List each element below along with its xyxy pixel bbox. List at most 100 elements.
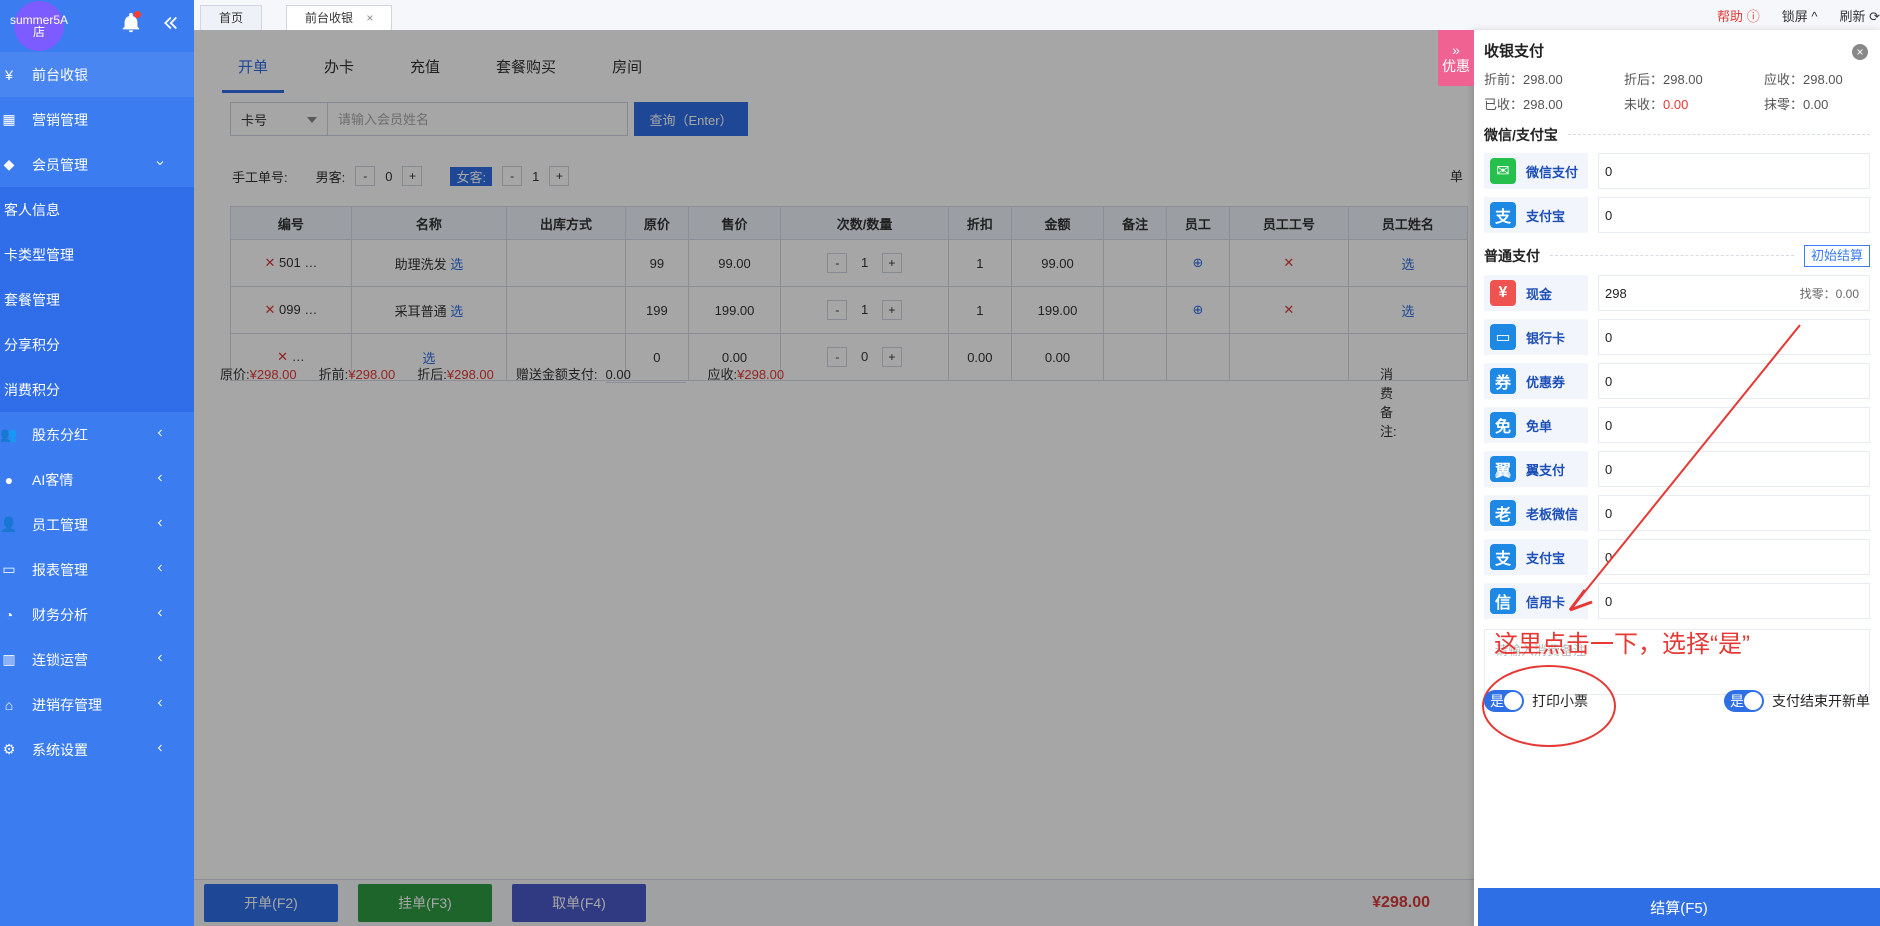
modal-overlay	[194, 30, 1474, 926]
user-icon: 👤	[0, 516, 18, 532]
promo-tab[interactable]: » 优惠	[1438, 30, 1474, 86]
sidebar-item-member[interactable]: ◆ 会员管理	[0, 142, 194, 187]
sidebar-item-label: 股东分红	[32, 426, 88, 443]
free-icon: 免	[1490, 412, 1516, 438]
close-panel-icon[interactable]: ×	[1852, 44, 1868, 60]
chevron-up-icon: ^	[1811, 9, 1818, 24]
wechat-alipay-section: 微信/支付宝	[1484, 125, 1870, 145]
ai-icon: ●	[4, 471, 14, 488]
pie-icon: ◔	[4, 606, 14, 623]
sidebar-item-card-type[interactable]: 卡类型管理	[0, 232, 194, 277]
payment-summary: 折前：298.00 折后：298.00 应收：298.00 已收：298.00 …	[1484, 69, 1870, 113]
sidebar-item-finance[interactable]: ◔ 财务分析	[0, 592, 194, 637]
annotation-arrow	[1568, 324, 1801, 612]
payment-title: 收银支付	[1484, 43, 1545, 60]
sidebar: summer5A店 ¥ 前台收银 ▦ 营销管理 ◆ 会员管理 客人信息 卡类型管…	[0, 0, 194, 926]
help-button[interactable]: 帮助 ⓘ	[1717, 6, 1760, 25]
sidebar-item-label: 卡类型管理	[4, 246, 74, 263]
store-avatar[interactable]: summer5A店	[10, 1, 68, 51]
toggle-knob	[1504, 692, 1522, 710]
wing-icon: 翼	[1490, 456, 1516, 482]
wechat-amount-input[interactable]: 0	[1598, 153, 1870, 189]
sidebar-item-label: 系统设置	[32, 741, 88, 758]
sidebar-item-share-points[interactable]: 分享积分	[0, 322, 194, 367]
summary-received: 已收：298.00	[1484, 97, 1563, 112]
coupon-icon: 券	[1490, 368, 1516, 394]
toggle-switch[interactable]: 是	[1484, 690, 1524, 712]
toggle-state: 是	[1730, 693, 1744, 709]
sidebar-item-staff[interactable]: 👤 员工管理	[0, 502, 194, 547]
pay-row-wechat: ✉ 微信支付 0	[1484, 153, 1870, 189]
payment-toggles: 是 打印小票 是 支付结束开新单	[1484, 690, 1870, 712]
pay-method-wechat: ✉ 微信支付	[1484, 153, 1588, 189]
chevron-left-icon	[157, 744, 162, 752]
cash-change: 找零：0.00	[1799, 286, 1859, 301]
refresh-button[interactable]: 刷新 ⟳	[1839, 6, 1880, 25]
sidebar-item-chain[interactable]: ▥ 连锁运营	[0, 637, 194, 682]
sidebar-item-label: 财务分析	[32, 606, 88, 623]
sidebar-item-guest-info[interactable]: 客人信息	[0, 187, 194, 232]
alipay2-icon: 支	[1490, 544, 1516, 570]
tab-label: 前台收银	[305, 11, 354, 25]
sidebar-item-dividend[interactable]: 👥 股东分红	[0, 412, 194, 457]
pay-row-alipay: 支 支付宝 0	[1484, 197, 1870, 233]
summary-before: 折前：298.00	[1484, 72, 1563, 87]
wechat-icon: ✉	[1490, 158, 1516, 184]
tab-frontdesk[interactable]: 前台收银 ×	[286, 5, 393, 30]
double-chevron-left-icon[interactable]	[158, 12, 180, 34]
gear-icon: ⚙	[2, 741, 16, 757]
topbar-actions: 帮助 ⓘ 锁屏 ^ 刷新 ⟳	[1717, 6, 1880, 25]
sidebar-item-frontdesk[interactable]: ¥ 前台收银	[0, 52, 194, 97]
sidebar-item-label: 套餐管理	[4, 291, 60, 308]
chevron-left-icon	[157, 519, 162, 527]
card-icon: ▭	[1490, 324, 1516, 350]
double-chevron-right-icon: »	[1452, 42, 1460, 58]
chevron-down-icon	[156, 161, 164, 166]
sidebar-item-label: 员工管理	[32, 516, 88, 533]
lock-button[interactable]: 锁屏 ^	[1782, 6, 1818, 25]
normal-payment-section: 普通支付 初始结算	[1484, 245, 1870, 267]
new-order-toggle[interactable]: 是 支付结束开新单	[1724, 690, 1870, 712]
unpaid-value: 0.00	[1663, 97, 1689, 112]
pay-method-cash: ¥ 现金	[1484, 275, 1588, 311]
section-divider	[1550, 255, 1794, 257]
sidebar-item-settings[interactable]: ⚙ 系统设置	[0, 727, 194, 772]
tab-home[interactable]: 首页	[200, 5, 263, 30]
toggle-switch[interactable]: 是	[1724, 690, 1764, 712]
sidebar-item-label: 营销管理	[32, 111, 88, 128]
init-settle-button[interactable]: 初始结算	[1803, 245, 1870, 267]
sidebar-item-package[interactable]: 套餐管理	[0, 277, 194, 322]
settle-button[interactable]: 结算(F5)	[1478, 888, 1880, 926]
section-title: 微信/支付宝	[1484, 127, 1558, 143]
store-icon: ⌂	[4, 696, 14, 713]
boss-icon: 老	[1490, 500, 1516, 526]
help-label: 帮助	[1717, 9, 1744, 24]
section-divider	[1567, 134, 1870, 136]
pay-method-label: 支付宝	[1526, 208, 1566, 224]
topbar: 首页 前台收银 × 帮助 ⓘ 锁屏 ^ 刷新 ⟳	[194, 0, 1880, 31]
summary-due: 应收：298.00	[1764, 72, 1843, 87]
pay-method-label: 微信支付	[1526, 164, 1579, 180]
people-icon: 👥	[0, 426, 18, 442]
sidebar-item-label: 前台收银	[32, 66, 88, 83]
close-icon[interactable]: ×	[366, 11, 373, 25]
sidebar-item-marketing[interactable]: ▦ 营销管理	[0, 97, 194, 142]
monitor-icon: ▭	[2, 561, 16, 577]
print-ticket-toggle[interactable]: 是 打印小票	[1484, 690, 1588, 712]
alipay-amount-input[interactable]: 0	[1598, 197, 1870, 233]
chevron-left-icon	[157, 654, 162, 662]
toggle-knob	[1744, 692, 1762, 710]
pay-method-label: 现金	[1526, 286, 1553, 302]
sidebar-item-reports[interactable]: ▭ 报表管理	[0, 547, 194, 592]
cash-amount-input[interactable]: 298 找零：0.00	[1598, 275, 1870, 311]
summary-unpaid: 未收：0.00	[1624, 94, 1764, 113]
alipay-icon: 支	[1490, 202, 1516, 228]
sidebar-item-consume-points[interactable]: 消费积分	[0, 367, 194, 412]
sidebar-item-label: 进销存管理	[32, 696, 102, 713]
lock-label: 锁屏	[1781, 9, 1808, 24]
sidebar-item-ai[interactable]: ● AI客情	[0, 457, 194, 502]
section-title: 普通支付	[1484, 248, 1540, 264]
building-icon: ▥	[2, 651, 16, 667]
chevron-left-icon	[157, 564, 162, 572]
sidebar-item-inventory[interactable]: ⌂ 进销存管理	[0, 682, 194, 727]
